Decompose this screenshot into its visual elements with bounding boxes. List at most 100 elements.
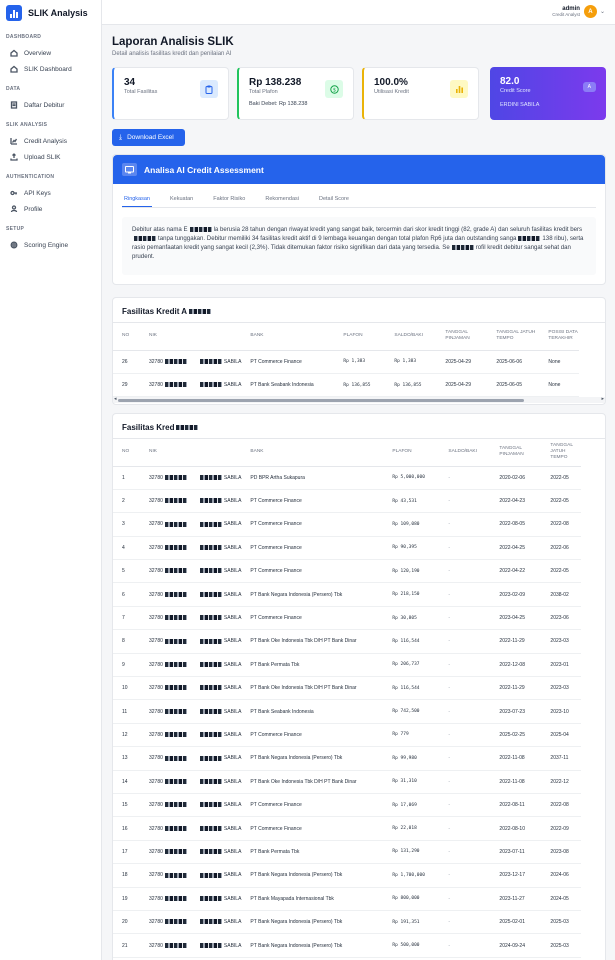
table-cell: 32780 (140, 512, 189, 537)
redacted (199, 802, 222, 808)
table-row[interactable]: 19 32780 SABILA PT Bank Mayapada Internasio… (113, 887, 582, 911)
table-cell-name: SABILA (188, 350, 242, 374)
table-row[interactable]: 21 32780 SABILA PT Bank Negara Indonesia (P… (113, 933, 582, 958)
table-cell-name: SABILA (188, 723, 242, 748)
table-cell: PT Commerce Finance (241, 816, 384, 841)
tab-kekuatan[interactable]: Kekuatan (168, 189, 195, 207)
table-cell: 2023-11-27 (490, 887, 542, 911)
redacted (199, 732, 222, 738)
table-cell: 32780 (140, 793, 189, 818)
table-row[interactable]: 17 32780 SABILA PT Bank Permata Tbk Rp 131,2… (113, 840, 582, 865)
redacted (199, 895, 222, 901)
sidebar: SLIK Analysis DASHBOARD Overview SLIK Dash… (0, 0, 102, 960)
table-cell: 32780 (140, 582, 189, 607)
redacted (199, 849, 222, 855)
table-cell: - (439, 606, 491, 631)
tab-ringkasan[interactable]: Ringkasan (122, 189, 152, 207)
column-header: TANGGAL JATUH TEMPO (487, 323, 540, 351)
table-row[interactable]: 20 32780 SABILA PT Bank Negara Indonesia (P… (113, 910, 582, 935)
sidebar-item-daftar-debitur[interactable]: Daftar Debitur (0, 97, 101, 113)
redacted (164, 591, 187, 597)
table-cell: - (439, 489, 491, 514)
user-menu[interactable]: admin Credit Analyst A ⌄ (552, 5, 605, 18)
table-row[interactable]: 13 32780 SABILA PT Bank Negara Indonesia (P… (113, 746, 582, 771)
table-row[interactable]: 5 32780 SABILA PT Commerce Finance Rp 120,19… (113, 559, 582, 584)
table-cell: - (439, 863, 491, 888)
table-cell: 32780 (140, 629, 189, 654)
sidebar-item-upload-slik[interactable]: Upload SLIK (0, 149, 101, 165)
column-header: SALDO/BAKI (439, 439, 491, 467)
column-header: BANK (241, 439, 384, 467)
sidebar-item-credit-analysis[interactable]: Credit Analysis (0, 133, 101, 149)
table-row[interactable]: 11 32780 SABILA PT Bank Seabank Indonesia Rp… (113, 699, 582, 724)
sidebar-item-slik-dashboard[interactable]: SLIK Dashboard (0, 61, 101, 77)
brand[interactable]: SLIK Analysis (0, 0, 101, 25)
redacted (164, 685, 187, 691)
column-header: TANGGAL JATUH TEMPO (541, 439, 582, 467)
horizontal-scrollbar[interactable]: ◂ ▸ (113, 396, 605, 404)
table-cell-name: SABILA (188, 933, 242, 958)
table-row[interactable]: 18 32780 SABILA PT Bank Negara Indonesia (P… (113, 863, 582, 888)
table-cell: Rp 206,737 (383, 653, 440, 678)
table-cell: Rp 116,544 (383, 676, 440, 701)
table-row[interactable]: 15 32780 SABILA PT Commerce Finance Rp 17,06… (113, 793, 582, 818)
sidebar-item-overview[interactable]: Overview (0, 45, 101, 61)
table-cell: 7 (113, 606, 140, 631)
chevron-down-icon[interactable]: ⌄ (600, 8, 605, 15)
scroll-right-icon[interactable]: ▸ (601, 396, 604, 402)
column-header: SALDO/BAKI (385, 323, 437, 351)
table-row[interactable]: 12 32780 SABILA PT Commerce Finance Rp 779-2… (113, 723, 582, 748)
table-cell: Rp 800,000 (383, 887, 440, 911)
redacted (164, 474, 187, 480)
table-row[interactable]: 8 32780 SABILA PT Bank Oke Indonesia Tbk D/… (113, 629, 582, 654)
table-cell: 12 (113, 723, 140, 748)
table-row[interactable]: 16 32780 SABILA PT Commerce Finance Rp 22,01… (113, 816, 582, 841)
table-cell-name: SABILA (188, 653, 242, 678)
table-cell: Rp 116,544 (383, 629, 440, 654)
column-header: TANGGAL PINJAMAN (490, 439, 542, 467)
tab-detail-score[interactable]: Detail Score (317, 189, 351, 207)
table-cell-name: SABILA (188, 676, 242, 701)
table-row[interactable]: 14 32780 SABILA PT Bank Oke Indonesia Tbk D… (113, 770, 582, 794)
redacted (199, 498, 222, 504)
table-cell: Rp 1,700,000 (383, 863, 440, 888)
table-row[interactable]: 4 32780 SABILA PT Commerce Finance Rp 90,395… (113, 536, 582, 561)
tab-rekomendasi[interactable]: Rekomendasi (263, 189, 301, 207)
table-cell: 32780 (140, 466, 189, 490)
table-row[interactable]: 7 32780 SABILA PT Commerce Finance Rp 30,805… (113, 606, 582, 631)
table-cell: Rp 17,069 (383, 793, 440, 818)
table-cell: PT Bank Negara Indonesia (Persero) Tbk (241, 582, 384, 607)
ai-header: Analisa AI Credit Assessment (113, 155, 605, 184)
table-cell: 32780 (140, 746, 189, 771)
sidebar-item-profile[interactable]: Profile (0, 201, 101, 217)
scroll-thumb[interactable] (118, 399, 524, 403)
table-cell: Rp 500,000 (383, 933, 440, 958)
tab-faktor-risiko[interactable]: Faktor Risiko (211, 189, 247, 207)
table-cell: 32780 (140, 559, 189, 584)
redacted (199, 661, 222, 667)
table-cell: PT Bank Negara Indonesia (Persero) Tbk (241, 910, 384, 935)
table-row[interactable]: 29 32780 SABILA PT Bank Seabank Indonesia Rp… (113, 373, 580, 398)
avatar[interactable]: A (583, 5, 597, 18)
table-cell: 32780 (140, 933, 189, 958)
scroll-left-icon[interactable]: ◂ (114, 396, 117, 402)
nav-section-title: SLIK ANALYSIS (6, 122, 48, 128)
stats-row: 34 Total Fasilitas Rp 138.238 Total Plaf… (112, 67, 615, 121)
table-cell-name: SABILA (188, 816, 242, 841)
redacted (164, 358, 187, 364)
table-row[interactable]: 9 32780 SABILA PT Bank Permata Tbk Rp 206,73… (113, 653, 582, 678)
table-row[interactable]: 3 32780 SABILA PT Commerce Finance Rp 109,08… (113, 512, 582, 537)
table-row[interactable]: 6 32780 SABILA PT Bank Negara Indonesia (Pe… (113, 582, 582, 607)
table-row[interactable]: 1 32780 SABILA PD BPR Artha Sukapura Rp 5,00… (113, 466, 582, 490)
table-row[interactable]: 10 32780 SABILA PT Bank Oke Indonesia Tbk D… (113, 676, 582, 701)
table-row[interactable]: 2 32780 SABILA PT Commerce Finance Rp 43,531… (113, 489, 582, 514)
table-cell: Rp 109,080 (383, 512, 440, 537)
sidebar-item-api-keys[interactable]: API Keys (0, 185, 101, 201)
download-excel-button[interactable]: ⤓ Download Excel (112, 129, 185, 146)
sidebar-item-scoring-engine[interactable]: Scoring Engine (0, 237, 101, 253)
table-cell: 2022-11-08 (490, 746, 542, 771)
table-cell: 10 (113, 676, 140, 701)
table-cell: 18 (113, 863, 140, 888)
table-cell: 32780 (140, 373, 189, 398)
table-row[interactable]: 26 32780 SABILA PT Commerce Finance Rp 1,383… (113, 350, 580, 374)
